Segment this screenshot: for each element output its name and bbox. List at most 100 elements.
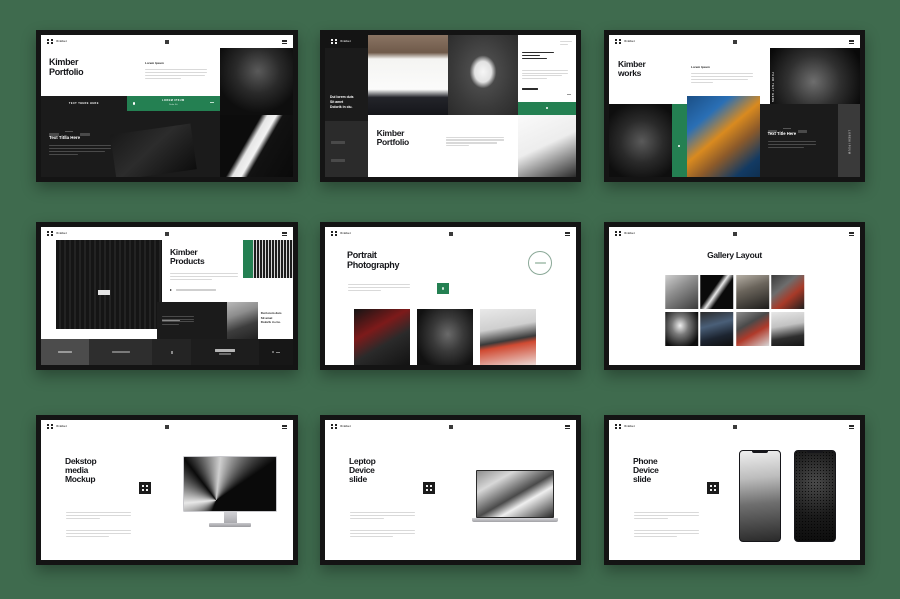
gallery-tile[interactable] xyxy=(735,311,769,346)
footer-nav-arrows[interactable] xyxy=(259,339,293,365)
slide-kimber-portfolio-split[interactable]: Kimber Dui lorem duis Sit amet Dolorik in … xyxy=(320,30,581,182)
dot-icon xyxy=(132,102,136,105)
slide-topbar: Kimber xyxy=(325,35,368,48)
band-label-block: TEXT THERE HERE xyxy=(41,96,127,111)
slide-canvas: Kimber Leptop Device slide xyxy=(325,420,576,560)
slide-topbar: Kimber xyxy=(325,227,576,240)
dark-square-badge[interactable] xyxy=(423,482,435,494)
slide-kimber-portfolio-cover[interactable]: Kimber Kimber Portfolio Lorem Ipsum TEXT… xyxy=(36,30,298,182)
grid-dots-icon xyxy=(47,423,53,430)
gallery-tile[interactable] xyxy=(771,275,805,309)
menu-icon[interactable] xyxy=(565,231,570,236)
card-link[interactable] xyxy=(522,77,539,95)
slide-canvas: Kimber Phone Device slide xyxy=(609,420,860,560)
nav-item-3[interactable] xyxy=(331,167,345,177)
dark-square-badge[interactable] xyxy=(707,482,719,494)
center-mark-icon xyxy=(165,39,169,44)
menu-icon[interactable] xyxy=(565,424,570,429)
circle-badge[interactable] xyxy=(528,251,552,275)
grid-dots-icon xyxy=(47,38,53,45)
footer-tab-3[interactable] xyxy=(152,339,192,365)
slide-title: Dekstop media Mockup xyxy=(65,456,97,485)
slide-laptop-device[interactable]: Kimber Leptop Device slide xyxy=(320,415,581,565)
slide-topbar: Kimber xyxy=(41,35,293,48)
green-accent-bar xyxy=(518,101,576,115)
monitor-neck xyxy=(223,512,237,523)
section-copy xyxy=(49,145,111,157)
photo-portrait-2 xyxy=(417,309,473,365)
brand-label: Kimber xyxy=(340,425,352,428)
phone-notch xyxy=(752,451,768,453)
slide-canvas: Kimber Dui lorem duis Sit amet Dolorik in … xyxy=(325,35,576,177)
menu-icon[interactable] xyxy=(849,231,854,236)
sidebar-nav xyxy=(325,121,368,177)
card-meta xyxy=(560,41,572,47)
slide-deck-preview-board: Kimber Kimber Portfolio Lorem Ipsum TEXT… xyxy=(0,0,900,599)
menu-icon[interactable] xyxy=(282,231,287,236)
body-copy-2 xyxy=(66,530,131,539)
grid-dots-icon xyxy=(710,485,716,491)
photo-portrait-3 xyxy=(480,309,536,365)
menu-icon[interactable] xyxy=(849,424,854,429)
nav-item-2[interactable] xyxy=(331,149,345,167)
grid-dots-icon xyxy=(47,230,53,237)
slide-canvas: Kimber Portrait Photography xyxy=(325,227,576,365)
brand-label: Kimber xyxy=(56,40,68,43)
green-accent-column xyxy=(671,104,687,177)
slide-kimber-works[interactable]: Kimber YOUR TEXT HERE Kimber works Lorem … xyxy=(604,30,865,182)
slide-title: Leptop Device slide xyxy=(349,456,376,485)
section-copy xyxy=(767,141,816,150)
grid-dots-icon xyxy=(615,230,621,237)
slide-title: Kimber Portfolio xyxy=(49,57,84,77)
body-copy-2 xyxy=(634,530,699,539)
brand-label: Kimber xyxy=(340,232,352,235)
green-square-badge[interactable] xyxy=(437,283,449,294)
arrow-icon xyxy=(567,93,571,95)
monitor-screen xyxy=(183,456,277,512)
card-title xyxy=(522,52,562,61)
slide-title: Kimber works xyxy=(618,59,646,79)
grid-dots-icon xyxy=(331,38,337,45)
menu-icon[interactable] xyxy=(282,424,287,429)
slide-kimber-products[interactable]: Kimber Kimber Products Dui lorem duis Si… xyxy=(36,222,298,370)
gallery-tile[interactable] xyxy=(735,275,769,309)
cta-band[interactable]: LOREM IPSUM Dolor Sit xyxy=(126,96,220,111)
brand-label: Kimber xyxy=(624,40,636,43)
menu-icon[interactable] xyxy=(849,39,854,44)
laptop-base xyxy=(472,518,558,522)
grid-dots-icon xyxy=(331,423,337,430)
footer-tab-1[interactable] xyxy=(41,339,90,365)
center-mark-icon xyxy=(732,39,737,44)
gallery-tile[interactable] xyxy=(664,311,698,346)
footer-tab-cta[interactable] xyxy=(191,339,260,365)
monitor-base xyxy=(209,523,251,527)
photo-headphones-small xyxy=(609,104,672,177)
phone-notch xyxy=(807,451,823,453)
photo-portrait-1 xyxy=(354,309,410,365)
footer-tab-bar xyxy=(41,339,293,365)
info-dark-panel: Text Title Here LOREM IPSUM xyxy=(759,104,860,177)
gallery-tile[interactable] xyxy=(771,311,805,346)
gallery-grid xyxy=(664,275,805,346)
footer-tab-2[interactable] xyxy=(89,339,153,365)
info-card xyxy=(518,38,576,101)
hero-copy: Lorem Ipsum xyxy=(691,65,753,85)
slide-phone-device[interactable]: Kimber Phone Device slide xyxy=(604,415,865,565)
hero-copy xyxy=(348,284,410,293)
slide-topbar: Kimber xyxy=(609,35,860,48)
slide-desktop-media-mockup[interactable]: Kimber Dekstop media Mockup xyxy=(36,415,298,565)
gallery-tile[interactable] xyxy=(700,275,734,309)
side-note: Dui lorem duis Sit amet Dolorik in ciu. xyxy=(257,302,293,344)
menu-icon[interactable] xyxy=(282,39,287,44)
slide-gallery-layout[interactable]: Kimber Gallery Layout xyxy=(604,222,865,370)
nav-item-1[interactable] xyxy=(331,131,345,149)
dark-card xyxy=(156,302,228,344)
slide-portrait-photography[interactable]: Kimber Portrait Photography xyxy=(320,222,581,370)
dark-square-badge[interactable] xyxy=(139,482,151,494)
bullet-text xyxy=(175,289,216,291)
arrow-bullet-icon xyxy=(169,289,172,291)
gallery-tile[interactable] xyxy=(700,311,734,346)
dot-icon xyxy=(546,107,549,110)
photo-band xyxy=(219,114,293,177)
gallery-tile[interactable] xyxy=(664,275,698,309)
